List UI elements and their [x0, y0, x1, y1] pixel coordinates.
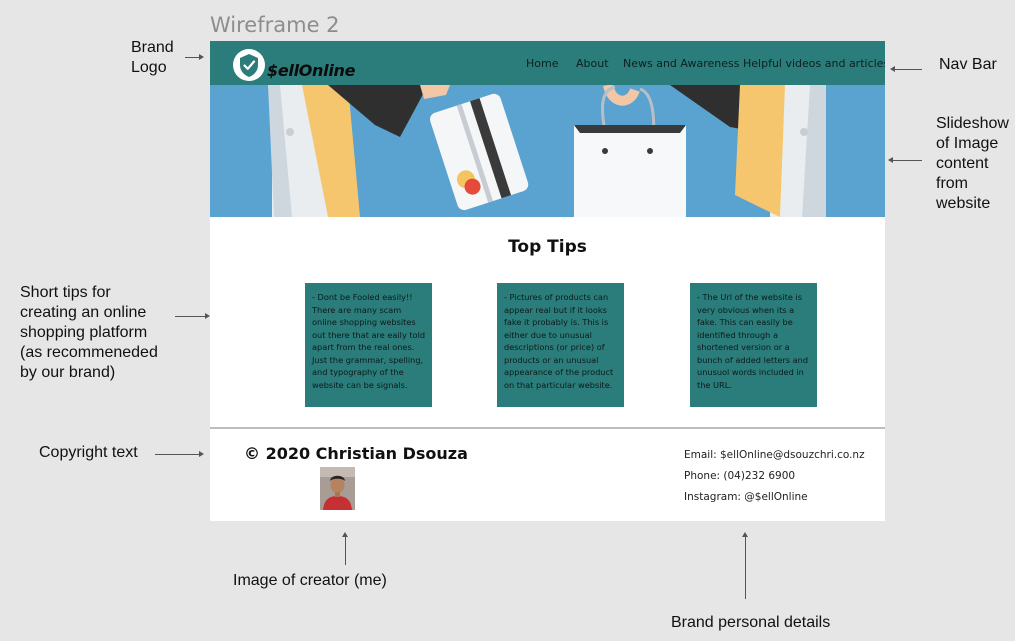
- arrowhead: [890, 66, 895, 72]
- arrowhead: [199, 54, 204, 60]
- annotation-arrow: [745, 537, 746, 599]
- annotation-short-tips: Short tips for creating an online shoppi…: [20, 283, 158, 383]
- annotation-line: content: [936, 155, 989, 172]
- annotation-slideshow: Slideshow of Image content from website: [936, 114, 1009, 214]
- shopping-illustration: [210, 85, 885, 217]
- annotation-line: Slideshow: [936, 115, 1009, 132]
- contact-email[interactable]: Email: $ellOnline@dsouzchri.co.nz: [684, 449, 865, 461]
- nav-home[interactable]: Home: [526, 57, 558, 70]
- annotation-line: Logo: [131, 59, 167, 76]
- brand-logo[interactable]: $ellOnline: [232, 48, 355, 82]
- annotation-line: Short tips for: [20, 284, 111, 301]
- shield-check-icon: [233, 49, 265, 81]
- arrowhead: [742, 532, 748, 537]
- annotation-line: creating an online: [20, 304, 147, 321]
- annotation-arrow: [185, 57, 199, 58]
- annotation-arrow: [345, 537, 346, 565]
- creator-portrait-image: [320, 467, 355, 510]
- footer-divider: [210, 427, 885, 429]
- annotation-line: from: [936, 175, 968, 192]
- nav-news-and-awareness[interactable]: News and Awareness: [623, 57, 739, 70]
- copyright-text: © 2020 Christian Dsouza: [244, 444, 468, 463]
- nav-bar: $ellOnline Home About News and Awareness…: [210, 41, 885, 85]
- annotation-image-of-creator: Image of creator (me): [233, 572, 387, 589]
- hero-slideshow[interactable]: [210, 85, 885, 217]
- tip-card: - Dont be Fooled easily!! There are many…: [305, 283, 432, 407]
- annotation-brand-personal-details: Brand personal details: [671, 614, 831, 631]
- tip-text: - Dont be Fooled easily!! There are many…: [312, 292, 426, 390]
- nav-helpful-videos[interactable]: Helpful videos and articles: [743, 57, 885, 70]
- annotation-arrow: [892, 160, 922, 161]
- contact-phone[interactable]: Phone: (04)232 6900: [684, 470, 795, 482]
- contact-instagram[interactable]: Instagram: @$ellOnline: [684, 491, 808, 503]
- annotation-line: Brand: [131, 39, 174, 56]
- arrowhead: [342, 532, 348, 537]
- annotation-arrow: [175, 316, 205, 317]
- annotation-line: website: [936, 195, 991, 212]
- tip-card: - The Url of the website is very obvious…: [690, 283, 817, 407]
- nav-about[interactable]: About: [576, 57, 609, 70]
- creator-photo: [320, 467, 355, 510]
- annotation-line: of Image: [936, 135, 999, 152]
- annotation-arrow: [894, 69, 922, 70]
- annotation-arrow: [155, 454, 199, 455]
- annotation-copyright-text: Copyright text: [39, 444, 138, 461]
- frame-title: Wireframe 2: [210, 13, 340, 37]
- tip-card: - Pictures of products can appear real b…: [497, 283, 624, 407]
- tip-text: - Pictures of products can appear real b…: [504, 292, 614, 390]
- wireframe-page: $ellOnline Home About News and Awareness…: [210, 41, 885, 521]
- brand-logo-text: $ellOnline: [267, 60, 356, 80]
- tip-text: - The Url of the website is very obvious…: [697, 292, 809, 390]
- annotation-line: by our brand): [20, 364, 116, 381]
- tips-title: Top Tips: [508, 237, 587, 257]
- annotation-line: shopping platform: [20, 324, 148, 341]
- annotation-nav-bar: Nav Bar: [939, 56, 997, 73]
- arrowhead: [888, 157, 893, 163]
- arrowhead: [199, 451, 204, 457]
- annotation-line: (as recommeneded: [20, 344, 158, 361]
- annotation-brand-logo: Brand Logo: [131, 38, 174, 78]
